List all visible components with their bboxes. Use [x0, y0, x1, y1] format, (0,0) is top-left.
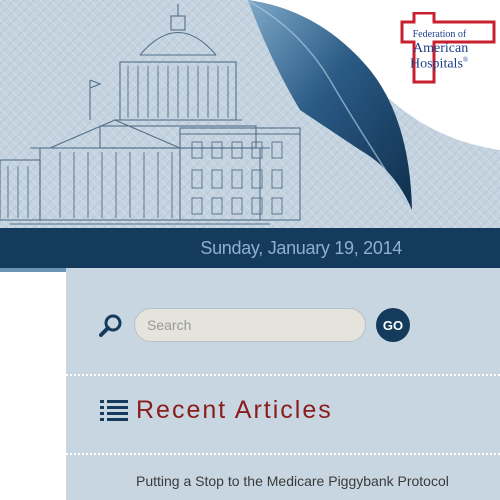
search-input[interactable] [134, 308, 366, 342]
recent-articles-heading: Recent Articles [136, 396, 333, 424]
go-button[interactable]: GO [376, 308, 410, 342]
header-banner: Federation of American Hospitals® [0, 0, 500, 228]
logo-line-1: Federation of [412, 29, 467, 40]
logo-line-3: Hospitals® [410, 56, 469, 72]
sidebar-panel: GO Recent Articles Putting a Stop to the… [66, 268, 500, 500]
logo-line-2: American [413, 41, 469, 56]
article-link[interactable]: Putting a Stop to the Medicare Piggybank… [136, 473, 449, 489]
logo-wordmark: Federation of American Hospitals® [410, 30, 468, 72]
divider [66, 374, 500, 376]
divider [66, 453, 500, 455]
list-icon [100, 400, 128, 421]
fah-logo[interactable]: Federation of American Hospitals® [398, 4, 498, 84]
search-icon [99, 314, 122, 337]
date-bar: Sunday, January 19, 2014 [0, 228, 500, 268]
current-date: Sunday, January 19, 2014 [200, 238, 402, 258]
